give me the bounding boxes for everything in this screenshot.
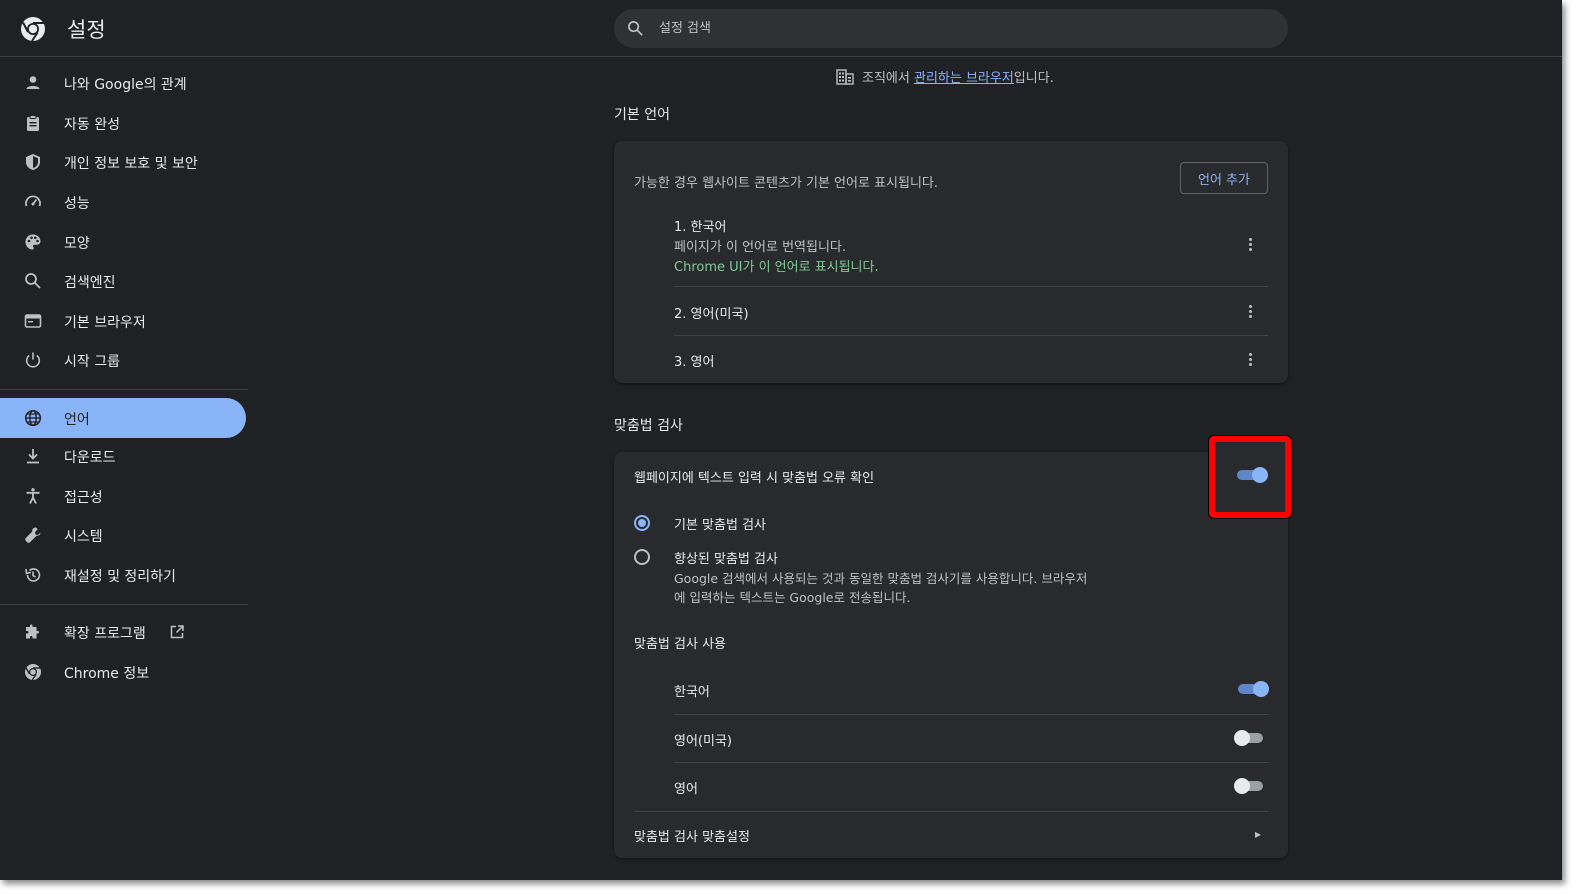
more-actions-icon[interactable] [1238, 232, 1262, 256]
spell-lang-english-toggle[interactable] [1233, 777, 1267, 795]
chrome-icon [25, 664, 41, 681]
sidebar-item-accessibility[interactable]: 접근성 [0, 476, 246, 516]
sidebar-item-performance[interactable]: 성능 [0, 182, 246, 222]
add-language-button[interactable]: 언어 추가 [1180, 162, 1268, 194]
customize-spell-check-label[interactable]: 맞춤법 검사 맞춤설정 [634, 826, 750, 845]
section-title-languages: 기본 언어 [614, 107, 670, 123]
sidebar-item-label: 확장 프로그램 [64, 626, 146, 642]
spell-check-card: 웹페이지에 텍스트 입력 시 맞춤법 오류 확인 기본 맞춤법 검사 향상된 맞… [614, 452, 1288, 858]
language-item-name: 2. 영어(미국) [674, 307, 749, 322]
sidebar-item-label: 시스템 [64, 529, 103, 545]
highlight-annotation [1209, 436, 1291, 518]
sidebar-item-label: 성능 [64, 196, 90, 212]
sidebar-item-label: 자동 완성 [64, 117, 120, 133]
search-icon [628, 21, 643, 36]
managed-notice: 조직에서 관리하는 브라우저입니다. [836, 67, 1054, 86]
enhanced-spell-check-label: 향상된 맞춤법 검사 [674, 552, 778, 567]
enhanced-spell-check-radio[interactable] [634, 549, 650, 565]
sidebar-item-label: 기본 브라우저 [64, 315, 146, 331]
managed-browser-link[interactable]: 관리하는 브라우저 [914, 71, 1014, 86]
settings-search[interactable] [614, 9, 1288, 48]
basic-spell-check-label: 기본 맞춤법 검사 [674, 518, 766, 533]
download-icon [27, 449, 39, 464]
sidebar-item-label: 접근성 [64, 490, 103, 506]
top-bar: 설정 [0, 0, 1562, 57]
sidebar-item-languages[interactable]: 언어 [0, 398, 246, 438]
sidebar-nav: 나와 Google의 관계 자동 완성 개인 정보 보호 및 보안 성능 모양 … [0, 58, 248, 878]
sidebar-item-label: 검색엔진 [64, 275, 116, 291]
language-item-ui-note: Chrome UI가 이 언어로 표시됩니다. [674, 260, 879, 275]
search-input[interactable] [659, 17, 1259, 39]
settings-window: 설정 나와 Google의 관계 자동 완성 [0, 0, 1562, 880]
sidebar-item-system[interactable]: 시스템 [0, 515, 246, 555]
power-icon [25, 352, 41, 368]
enhanced-spell-check-desc: Google 검색에서 사용되는 것과 동일한 맞춤법 검사기를 사용합니다. … [674, 571, 1088, 586]
sidebar-item-label: Chrome 정보 [64, 666, 150, 682]
globe-icon [24, 409, 42, 427]
browser-icon [24, 314, 42, 328]
languages-description: 가능한 경우 웹사이트 콘텐츠가 기본 언어로 표시됩니다. [634, 176, 939, 191]
row-divider [674, 762, 1268, 763]
spell-check-toggle-label: 웹페이지에 텍스트 입력 시 맞춤법 오류 확인 [634, 471, 875, 486]
language-item-name: 3. 영어 [674, 355, 715, 370]
sidebar-item-search-engine[interactable]: 검색엔진 [0, 261, 246, 301]
spell-lang-name: 한국어 [674, 685, 710, 700]
spell-lang-english-us-toggle[interactable] [1233, 729, 1267, 747]
person-icon [26, 76, 40, 89]
shield-icon [26, 154, 40, 170]
sidebar-item-label: 개인 정보 보호 및 보안 [64, 156, 198, 172]
chevron-right-icon[interactable]: ▸ [1255, 827, 1261, 841]
sidebar-item-about-chrome[interactable]: Chrome 정보 [0, 652, 246, 692]
sidebar-item-label: 재설정 및 정리하기 [64, 569, 176, 585]
basic-spell-check-radio[interactable] [634, 515, 650, 531]
sidebar-divider [0, 389, 248, 390]
spell-check-toggle[interactable] [1235, 466, 1269, 484]
reset-icon [25, 568, 41, 582]
sidebar-item-label: 시작 그룹 [64, 354, 120, 370]
sidebar-item-autofill[interactable]: 자동 완성 [0, 103, 246, 143]
languages-card: 가능한 경우 웹사이트 콘텐츠가 기본 언어로 표시됩니다. 언어 추가 1. … [614, 141, 1288, 383]
section-title-spell-check: 맞춤법 검사 [614, 418, 683, 434]
sidebar-divider [0, 604, 248, 605]
row-divider [674, 286, 1268, 287]
language-item-note: 페이지가 이 언어로 번역됩니다. [674, 240, 847, 255]
sidebar-item-label: 모양 [64, 236, 90, 252]
more-actions-icon[interactable] [1238, 347, 1262, 371]
row-divider [674, 335, 1268, 336]
accessibility-icon [26, 488, 40, 504]
sidebar-item-on-startup[interactable]: 시작 그룹 [0, 340, 246, 380]
sidebar-item-downloads[interactable]: 다운로드 [0, 436, 246, 476]
spell-lang-name: 영어(미국) [674, 734, 732, 749]
sidebar-item-label: 다운로드 [64, 450, 116, 466]
palette-icon [25, 234, 41, 250]
sidebar-item-label: 나와 Google의 관계 [64, 77, 187, 93]
puzzle-icon [26, 624, 39, 639]
chrome-logo-icon [21, 17, 45, 42]
sidebar-item-privacy[interactable]: 개인 정보 보호 및 보안 [0, 142, 246, 182]
language-item-name: 1. 한국어 [674, 220, 727, 235]
building-icon [836, 68, 854, 85]
sidebar-item-extensions[interactable]: 확장 프로그램 [0, 612, 246, 652]
row-divider [634, 811, 1268, 812]
speedometer-icon [25, 195, 41, 207]
sidebar-item-default-browser[interactable]: 기본 브라우저 [0, 301, 246, 341]
sidebar-item-label: 언어 [64, 412, 90, 428]
row-divider [674, 714, 1268, 715]
spell-lang-korean-toggle[interactable] [1236, 680, 1270, 698]
search-icon [25, 273, 41, 289]
sidebar-item-you-and-google[interactable]: 나와 Google의 관계 [0, 63, 246, 103]
wrench-icon [25, 527, 41, 543]
sidebar-item-reset[interactable]: 재설정 및 정리하기 [0, 555, 246, 595]
page-title: 설정 [67, 18, 106, 42]
managed-text: 조직에서 관리하는 브라우저입니다. [862, 71, 1054, 86]
clipboard-icon [27, 115, 39, 131]
external-link-icon [170, 625, 184, 639]
sidebar-item-appearance[interactable]: 모양 [0, 222, 246, 262]
spell-lang-name: 영어 [674, 782, 698, 797]
more-actions-icon[interactable] [1238, 299, 1262, 323]
enhanced-spell-check-desc: 에 입력하는 텍스트는 Google로 전송됩니다. [674, 590, 911, 605]
spell-check-use-title: 맞춤법 검사 사용 [634, 637, 726, 652]
